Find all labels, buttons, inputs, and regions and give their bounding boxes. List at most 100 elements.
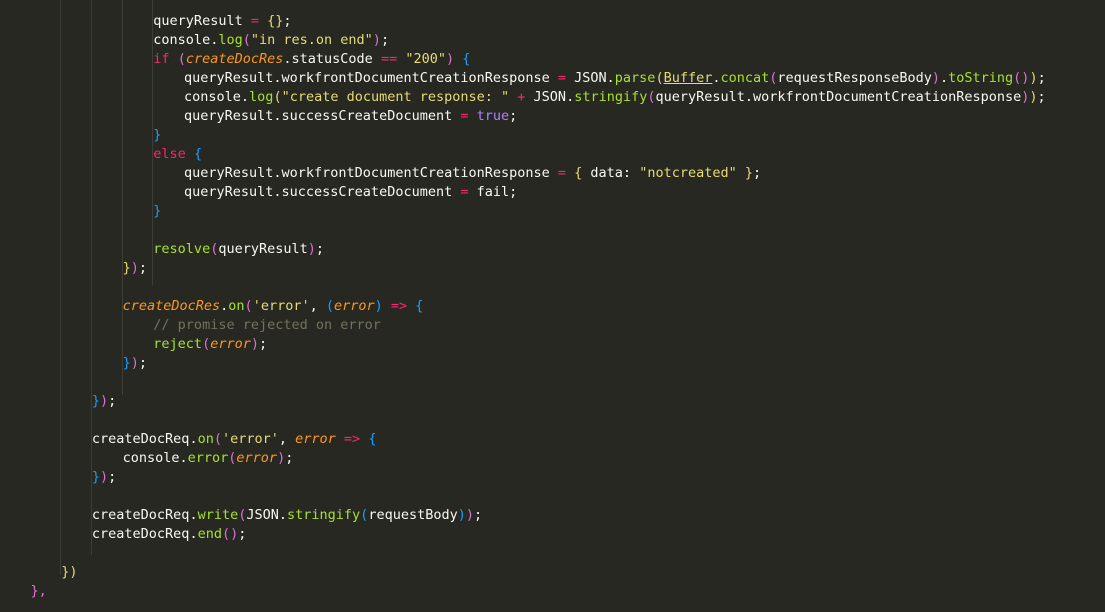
code-token: createDocReq: [91, 431, 190, 447]
code-token: ): [372, 32, 381, 48]
code-line: });: [92, 392, 116, 411]
code-token: ): [457, 507, 466, 523]
code-token: .: [189, 507, 198, 523]
code-token: ;: [474, 507, 483, 523]
code-token: // promise rejected on error: [153, 317, 381, 333]
code-token: queryResult.successCreateDocument: [184, 184, 453, 200]
code-token: {}: [267, 13, 284, 29]
code-line: console.log("create document response: "…: [184, 88, 1046, 107]
code-token: error: [236, 450, 278, 466]
code-token: else: [153, 146, 186, 162]
code-token: }: [91, 469, 101, 485]
code-line: }: [153, 202, 161, 221]
code-token: on: [197, 431, 214, 447]
code-token: queryResult.workfrontDocumentCreationRes…: [184, 165, 550, 181]
code-line: resolve(queryResult);: [153, 240, 324, 259]
code-token: ,: [309, 298, 326, 314]
code-line: });: [92, 468, 116, 487]
code-token: queryResult.workfrontDocumentCreationRes…: [655, 89, 1022, 105]
code-token: ): [250, 336, 259, 352]
code-token: queryResult: [153, 13, 243, 29]
code-line: }: [153, 126, 161, 145]
code-token: createDocRes: [122, 298, 221, 314]
code-token: {: [462, 51, 471, 67]
code-token: requestBody: [368, 507, 458, 523]
code-token: ==: [380, 51, 398, 67]
code-token: Buffer: [663, 70, 713, 86]
code-token: ;: [259, 336, 268, 352]
code-token: ): [100, 393, 109, 409]
code-token: console: [153, 32, 211, 48]
code-line: },: [31, 582, 47, 601]
code-line: });: [123, 259, 147, 278]
code-token: ;: [753, 165, 762, 181]
code-token: ): [277, 450, 286, 466]
code-token: error: [334, 298, 375, 314]
code-token: ): [100, 469, 109, 485]
code-token: "notcreated": [639, 165, 737, 181]
code-token: ): [931, 70, 940, 86]
code-line: if (createDocRes.statusCode == "200") {: [153, 50, 470, 69]
code-token: .: [240, 89, 250, 105]
code-token: queryResult.successCreateDocument: [184, 108, 453, 124]
code-editor[interactable]: queryResult = {}; console.log("in res.on …: [0, 0, 1105, 612]
code-token: .: [189, 431, 198, 447]
code-token: on: [228, 298, 245, 314]
code-token: ;: [138, 260, 148, 276]
code-token: end: [197, 526, 222, 542]
code-token: JSON: [533, 89, 567, 105]
code-token: parse: [614, 70, 656, 86]
code-token: if: [153, 51, 170, 67]
code-token: .: [566, 89, 575, 105]
code-token: ;: [315, 241, 325, 257]
code-token: .: [940, 70, 949, 86]
code-line: console.log("in res.on end");: [153, 31, 389, 50]
code-token: ): [1029, 70, 1038, 86]
code-token: console: [122, 450, 180, 466]
code-token: reject: [153, 336, 203, 352]
code-token: JSON: [574, 70, 607, 86]
code-token: ): [130, 355, 139, 371]
code-token: (: [177, 51, 186, 67]
code-line: queryResult.successCreateDocument = true…: [184, 107, 517, 126]
code-token: ): [445, 51, 455, 67]
code-line: console.error(error);: [123, 449, 294, 468]
code-token: stringify: [574, 89, 648, 105]
code-token: =: [452, 108, 477, 124]
code-token: (: [242, 32, 251, 48]
code-token: {: [193, 146, 203, 162]
code-token: .statusCode: [283, 51, 381, 67]
code-token: .: [278, 507, 288, 523]
code-token: error: [210, 336, 251, 352]
code-token: ): [465, 507, 474, 523]
code-token: resolve: [153, 241, 211, 257]
code-line: // promise rejected on error: [153, 316, 381, 335]
code-token: =: [549, 165, 575, 181]
code-token: ): [1029, 89, 1038, 105]
code-token: }: [122, 260, 131, 276]
code-token: ): [374, 298, 383, 314]
code-token: ;: [108, 393, 117, 409]
code-token: }: [122, 355, 131, 371]
code-token: ;: [285, 450, 294, 466]
code-token: =: [452, 184, 477, 200]
code-token: error: [295, 431, 336, 447]
code-token: ): [307, 241, 316, 257]
code-token: (): [1013, 70, 1030, 86]
code-token: (: [655, 70, 664, 86]
code-token: ;: [509, 184, 518, 200]
code-token: =: [549, 70, 575, 86]
code-line: queryResult.successCreateDocument = fail…: [184, 183, 517, 202]
code-line: });: [123, 354, 147, 373]
code-token: true: [476, 108, 510, 124]
indent-guide: [60, 0, 62, 575]
code-token: (: [244, 298, 253, 314]
code-line: queryResult.workfrontDocumentCreationRes…: [184, 164, 761, 183]
code-token: data:: [582, 165, 640, 181]
code-token: "in res.on end": [250, 32, 373, 48]
code-line: }): [61, 563, 77, 582]
code-token: (: [213, 431, 222, 447]
